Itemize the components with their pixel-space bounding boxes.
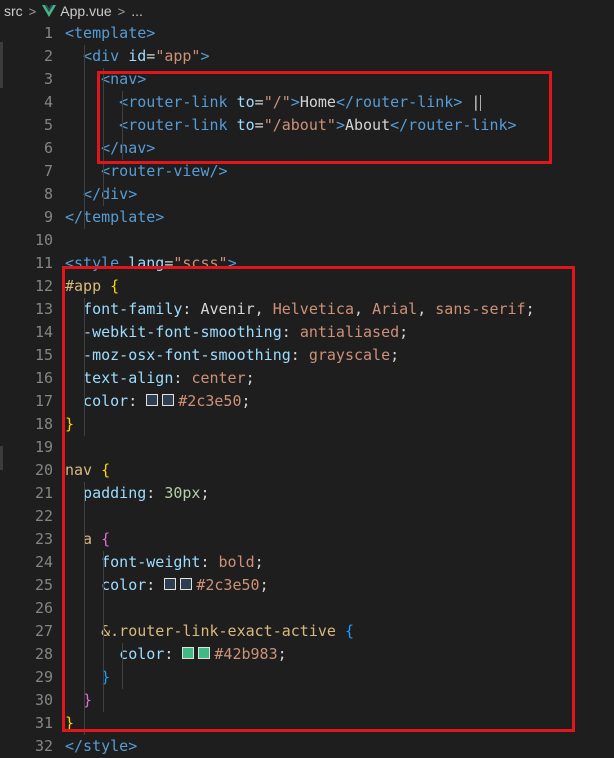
line-number: 18	[34, 415, 53, 433]
line-number: 20	[34, 461, 53, 479]
line-number: 25	[34, 576, 53, 594]
line-number: 29	[34, 668, 53, 686]
indent-guide	[84, 45, 85, 229]
breadcrumb-more[interactable]: ...	[131, 3, 143, 19]
line-code: <div id="app">	[65, 45, 210, 68]
line-number: 13	[34, 300, 53, 318]
line-number: 5	[43, 116, 53, 134]
line-number: 31	[34, 714, 53, 732]
code-token: =	[146, 47, 156, 65]
breadcrumb: src > App.vue > ...	[0, 0, 614, 22]
code-token: </style>	[65, 737, 138, 755]
code-token: <div	[65, 47, 129, 65]
vue-file-icon	[42, 5, 57, 17]
code-line[interactable]: 2 <div id="app">	[0, 45, 614, 68]
code-line[interactable]: 9 </template>	[0, 206, 614, 229]
line-number: 11	[34, 254, 53, 272]
line-number: 21	[34, 484, 53, 502]
code-token: </div>	[65, 185, 138, 203]
line-number: 23	[34, 530, 53, 548]
line-number: 27	[34, 622, 53, 640]
breadcrumb-file-app-vue[interactable]: App.vue	[60, 3, 111, 19]
code-token: <template>	[65, 24, 156, 42]
chevron-right-icon: >	[28, 3, 37, 19]
line-number: 17	[34, 392, 53, 410]
code-line[interactable]: 10	[0, 229, 614, 252]
code-line[interactable]: 8 </div>	[0, 183, 614, 206]
code-token: >	[200, 47, 210, 65]
line-number: 8	[43, 185, 53, 203]
line-code: </div>	[65, 183, 137, 206]
code-token: id	[128, 47, 147, 65]
code-token: "app"	[155, 47, 201, 65]
code-line[interactable]: 1 <template>	[0, 22, 614, 45]
highlight-box-nav	[97, 71, 552, 164]
line-number: 7	[43, 162, 53, 180]
line-number: 12	[34, 277, 53, 295]
line-code: <template>	[65, 22, 155, 45]
line-number: 19	[34, 438, 53, 456]
code-line[interactable]: 32 </style>	[0, 735, 614, 758]
line-number: 2	[43, 47, 53, 65]
line-number: 10	[34, 231, 53, 249]
code-token: </template>	[65, 208, 165, 226]
line-number: 3	[43, 70, 53, 88]
line-number: 15	[34, 346, 53, 364]
line-number: 26	[34, 599, 53, 617]
line-number: 1	[43, 24, 53, 42]
line-code: </style>	[65, 735, 137, 758]
highlight-box-style	[62, 266, 575, 732]
line-number: 24	[34, 553, 53, 571]
line-number: 6	[43, 139, 53, 157]
line-number: 4	[43, 93, 53, 111]
line-number: 22	[34, 507, 53, 525]
line-number: 9	[43, 208, 53, 226]
line-code: </template>	[65, 206, 164, 229]
chevron-right-icon: >	[117, 3, 126, 19]
line-number: 30	[34, 691, 53, 709]
code-token: <router-view/>	[65, 162, 228, 180]
line-number: 28	[34, 645, 53, 663]
breadcrumb-folder-src[interactable]: src	[4, 3, 23, 19]
line-number: 32	[34, 737, 53, 755]
line-number: 14	[34, 323, 53, 341]
line-number: 16	[34, 369, 53, 387]
